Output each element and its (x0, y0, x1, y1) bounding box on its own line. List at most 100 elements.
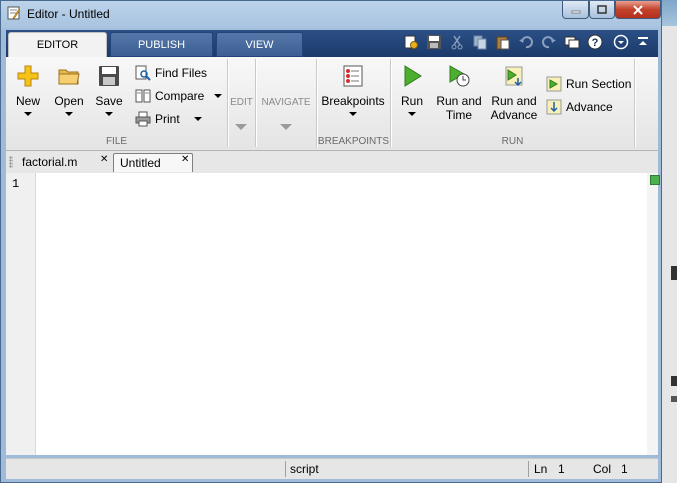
breakpoints-label: Breakpoints (321, 94, 385, 108)
breakpoints-icon (343, 65, 363, 87)
run-section-button[interactable]: Run Section (546, 75, 631, 93)
compare-label: Compare (155, 89, 205, 103)
save-disk-icon (99, 66, 119, 86)
quick-access-switch-windows-icon[interactable] (563, 33, 581, 51)
help-icon[interactable]: ? (586, 33, 604, 51)
group-separator (316, 59, 317, 147)
title-bar[interactable]: Editor - Untitled (1, 1, 661, 27)
new-plus-icon (17, 65, 39, 87)
chevron-down-icon (349, 112, 357, 116)
run-section-icon (546, 76, 562, 92)
find-files-icon (135, 65, 151, 81)
save-label: Save (95, 94, 123, 108)
quick-access-undo-icon[interactable] (517, 33, 535, 51)
advance-button[interactable]: Advance (546, 98, 613, 116)
close-icon (633, 4, 643, 15)
folder-icon (58, 69, 80, 85)
quick-access-cut-icon[interactable] (448, 33, 466, 51)
maximize-button[interactable] (589, 1, 615, 19)
window-title: Editor - Untitled (27, 7, 110, 21)
status-col-label: Col (593, 462, 612, 476)
close-button[interactable] (615, 1, 661, 19)
navigate-group-label[interactable]: NAVIGATE (256, 97, 316, 108)
file-group-label: FILE (105, 136, 128, 147)
status-bar: script Ln 1 Col 1 (6, 458, 658, 479)
collapse-toolstrip-icon[interactable] (634, 33, 652, 51)
document-tabbar: factorial.m ✕ Untitled ✕ (6, 151, 658, 174)
line-number-gutter: 1 (6, 173, 36, 455)
tab-editor[interactable]: EDITOR (8, 32, 107, 58)
toolstrip-tabbar: EDITOR PUBLISH VIEW ? (6, 30, 658, 58)
printer-icon (135, 111, 151, 127)
find-files-label: Find Files (155, 66, 208, 80)
breakpoints-button[interactable]: Breakpoints (320, 64, 386, 116)
print-button[interactable]: Print (135, 110, 202, 128)
run-and-advance-label: Run and Advance (490, 94, 538, 122)
run-label: Run (400, 94, 423, 108)
tab-view[interactable]: VIEW (216, 32, 303, 57)
editor-ribbon: New Open Save Find Files Compare Print F… (6, 57, 658, 151)
quick-access-paste-icon[interactable] (494, 33, 512, 51)
quick-access-new-icon[interactable] (402, 33, 420, 51)
tab-publish[interactable]: PUBLISH (110, 32, 213, 57)
chevron-down-icon (105, 112, 113, 116)
quick-access-save-icon[interactable] (425, 33, 443, 51)
close-tab-icon[interactable]: ✕ (181, 154, 189, 165)
svg-text:?: ? (592, 37, 599, 49)
run-and-time-label: Run and Time (436, 94, 482, 122)
run-and-advance-icon (505, 66, 523, 87)
options-dropdown-icon[interactable] (612, 33, 630, 51)
chevron-down-icon (214, 94, 223, 98)
chevron-down-icon (408, 112, 416, 116)
status-ln-value: 1 (558, 462, 565, 476)
compare-icon (135, 89, 151, 103)
advance-icon (546, 99, 562, 115)
chevron-down-icon (193, 117, 202, 121)
quick-access-redo-icon[interactable] (540, 33, 558, 51)
status-divider (285, 461, 286, 477)
open-label: Open (54, 94, 84, 108)
maximize-icon (597, 5, 607, 14)
status-ln-label: Ln (534, 462, 548, 476)
group-separator (634, 59, 635, 147)
chevron-down-icon (24, 112, 32, 116)
document-tab-factorial[interactable]: factorial.m (16, 153, 112, 172)
close-tab-icon[interactable]: ✕ (100, 154, 108, 165)
run-play-icon (404, 65, 422, 87)
run-and-advance-button[interactable]: Run and Advance (489, 64, 539, 122)
editor-app-icon (7, 6, 21, 20)
document-tab-label: Untitled (120, 156, 161, 170)
new-button[interactable]: New (13, 64, 43, 116)
document-tab-label: factorial.m (22, 155, 78, 169)
edit-group-label[interactable]: EDIT (228, 97, 255, 108)
edit-chevron-icon[interactable] (235, 124, 247, 130)
open-button[interactable]: Open (53, 64, 85, 116)
quick-access-copy-icon[interactable] (471, 33, 489, 51)
run-section-label: Run Section (566, 77, 632, 91)
minimize-button[interactable] (562, 1, 589, 19)
status-divider (528, 461, 529, 477)
code-editor[interactable]: 1 (6, 173, 648, 455)
run-button[interactable]: Run (397, 64, 427, 116)
status-col-value: 1 (621, 462, 628, 476)
find-files-button[interactable]: Find Files (135, 64, 207, 82)
drag-handle-icon[interactable] (9, 156, 13, 168)
breakpoints-group-label: BREAKPOINTS (317, 136, 390, 147)
minimize-icon (571, 10, 580, 13)
compare-button[interactable]: Compare (135, 87, 223, 105)
run-and-time-icon (449, 65, 470, 87)
navigate-chevron-icon[interactable] (280, 124, 292, 130)
group-separator (390, 59, 391, 147)
code-analyzer-status-icon[interactable] (650, 175, 660, 185)
status-file-type: script (290, 462, 319, 476)
run-group-label: RUN (501, 136, 524, 147)
background-window (662, 26, 677, 483)
message-bar (647, 173, 658, 455)
editor-window: Editor - Untitled EDITOR PUBLISH VIEW ? … (0, 0, 662, 483)
line-number: 1 (12, 177, 20, 191)
print-label: Print (155, 112, 180, 126)
save-button[interactable]: Save (93, 64, 125, 116)
run-and-time-button[interactable]: Run and Time (435, 64, 483, 122)
advance-label: Advance (566, 100, 613, 114)
new-label: New (15, 94, 40, 108)
